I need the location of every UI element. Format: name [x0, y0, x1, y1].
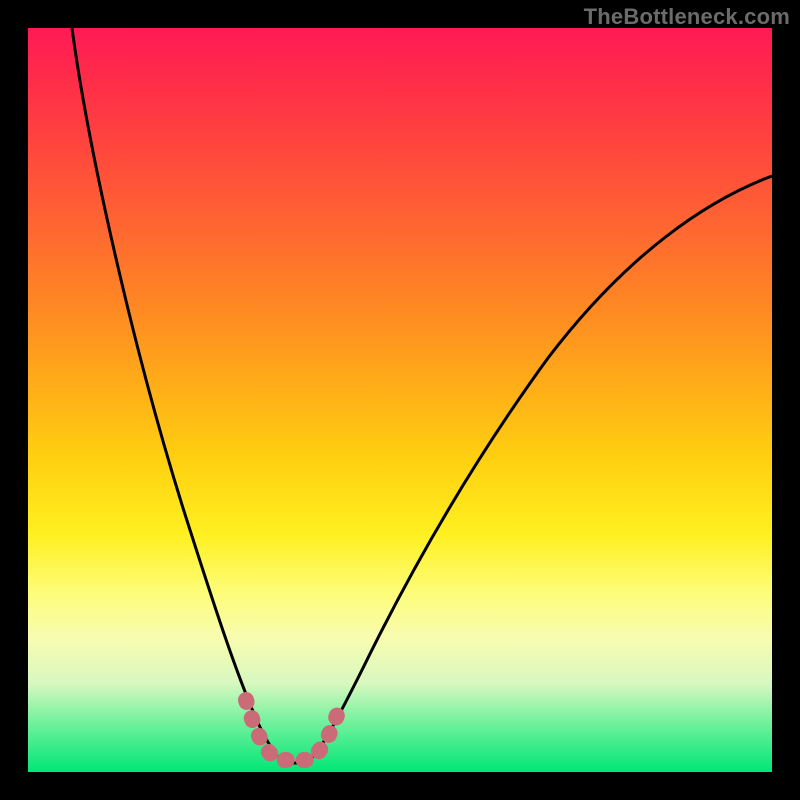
plot-area: [28, 28, 772, 772]
optimal-zone-marker: [246, 700, 342, 760]
curve-layer: [28, 28, 772, 772]
bottleneck-curve: [72, 28, 772, 763]
watermark-text: TheBottleneck.com: [584, 4, 790, 30]
chart-frame: TheBottleneck.com: [0, 0, 800, 800]
